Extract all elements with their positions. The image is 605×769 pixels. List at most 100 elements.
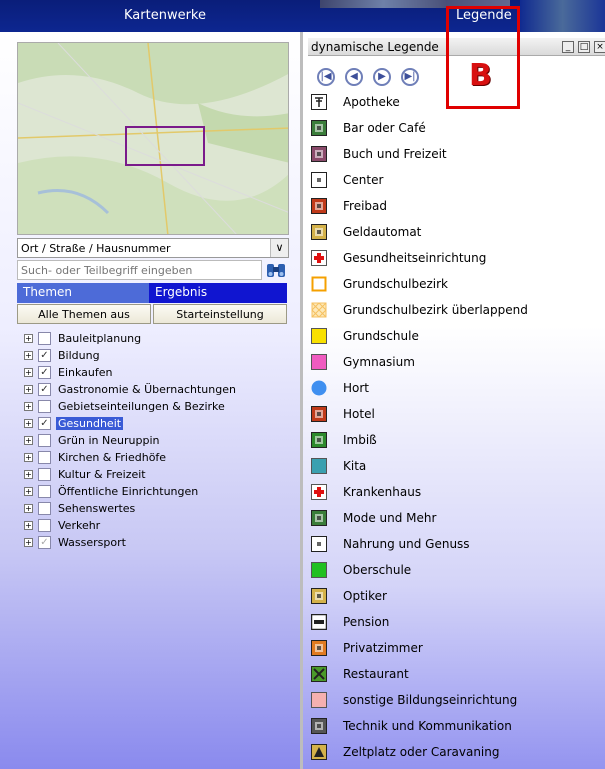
panel-tabs: Themen Ergebnis [17,283,287,303]
bar-cafe-icon [311,120,327,136]
theme-checkbox[interactable] [38,485,51,498]
theme-checkbox[interactable]: ✓ [38,536,51,549]
maximize-icon[interactable]: □ [578,41,590,53]
hotel-icon [311,406,327,422]
theme-checkbox[interactable] [38,434,51,447]
expand-icon[interactable]: + [24,402,33,411]
tree-node-label[interactable]: Verkehr [56,519,102,532]
theme-checkbox[interactable]: ✓ [38,349,51,362]
atm-icon [311,224,327,240]
legend-item-label: Kita [343,459,367,473]
school-district-icon [311,276,327,292]
expand-icon[interactable]: + [24,521,33,530]
legend-item-label: Imbiß [343,433,377,447]
other-education-icon [311,692,327,708]
fashion-icon [311,510,327,526]
theme-checkbox[interactable] [38,451,51,464]
expand-icon[interactable]: + [24,504,33,513]
expand-icon[interactable]: + [24,385,33,394]
legend-item-label: Grundschulbezirk [343,277,448,291]
chevron-down-icon[interactable]: ∨ [270,239,288,257]
expand-icon[interactable]: + [24,351,33,360]
legend-item-label: Krankenhaus [343,485,422,499]
search-input[interactable] [18,261,261,279]
legend-item-label: Privatzimmer [343,641,423,655]
first-page-icon[interactable]: |◀ [317,68,335,86]
reset-settings-button[interactable]: Starteinstellung [153,304,287,324]
expand-icon[interactable]: + [24,436,33,445]
hospital-icon [311,484,327,500]
map-works-tab[interactable]: Kartenwerke [124,8,206,23]
tree-node-label[interactable]: Sehenswertes [56,502,137,515]
primary-school-icon [311,328,327,344]
kindergarten-icon [311,458,327,474]
legend-item-label: Bar oder Café [343,121,426,135]
legend-item-label: Oberschule [343,563,412,577]
minimize-icon[interactable]: _ [562,41,574,53]
legend-item-label: Freibad [343,199,388,213]
tree-node-label[interactable]: Öffentliche Einrichtungen [56,485,200,498]
previous-page-icon[interactable]: ◀ [345,68,363,86]
expand-icon[interactable]: + [24,487,33,496]
guesthouse-icon [310,613,328,631]
expand-icon[interactable]: + [24,470,33,479]
expand-icon[interactable]: + [24,453,33,462]
tree-node-label[interactable]: Gastronomie & Übernachtungen [56,383,238,396]
tree-node-label[interactable]: Einkaufen [56,366,114,379]
theme-checkbox[interactable] [38,332,51,345]
tree-node-label[interactable]: Bildung [56,349,102,362]
theme-checkbox[interactable]: ✓ [38,417,51,430]
legend-item-label: Grundschulbezirk überlappend [343,303,528,317]
tree-node-label[interactable]: Kirchen & Friedhöfe [56,451,168,464]
tab-result[interactable]: Ergebnis [149,283,287,303]
expand-icon[interactable]: + [24,368,33,377]
tab-themes[interactable]: Themen [17,283,149,303]
camping-icon [311,744,327,760]
all-themes-off-button[interactable]: Alle Themen aus [17,304,151,324]
close-icon[interactable]: × [594,41,605,53]
theme-checkbox[interactable] [38,468,51,481]
theme-checkbox[interactable]: ✓ [38,366,51,379]
legend-item-label: Apotheke [343,95,400,109]
tree-node-label[interactable]: Grün in Neuruppin [56,434,161,447]
tree-node-label-selected[interactable]: Gesundheit [56,417,124,430]
legend-item-label: Nahrung und Genuss [343,537,470,551]
next-page-icon[interactable]: ▶ [373,68,391,86]
location-select-value: Ort / Straße / Hausnummer [21,242,171,255]
expand-icon[interactable]: + [24,419,33,428]
secondary-school-icon [311,562,327,578]
tech-icon [311,718,327,734]
expand-icon[interactable]: + [24,538,33,547]
tree-node-label[interactable]: Bauleitplanung [56,332,143,345]
restaurant-icon [311,666,327,682]
annotation-label: B [469,58,492,93]
theme-checkbox[interactable]: ✓ [38,383,51,396]
legend-item-label: Geldautomat [343,225,422,239]
theme-checkbox[interactable] [38,519,51,532]
binoculars-search-icon[interactable] [265,261,287,279]
expand-icon[interactable]: + [24,334,33,343]
location-select[interactable]: Ort / Straße / Hausnummer ∨ [17,238,289,258]
legend-item-label: Zeltplatz oder Caravaning [343,745,500,759]
overview-map[interactable] [17,42,289,235]
legend-item-label: Buch und Freizeit [343,147,447,161]
legend-item-label: Restaurant [343,667,409,681]
legend-item-label: Pension [343,615,390,629]
theme-checkbox[interactable] [38,502,51,515]
legend-item-label: Gymnasium [343,355,415,369]
theme-checkbox[interactable] [38,400,51,413]
school-district-overlap-icon [311,302,327,318]
last-page-icon[interactable]: ▶| [401,68,419,86]
legend-item-label: Grundschule [343,329,419,343]
tree-node-label[interactable]: Wassersport [56,536,128,549]
map-strip-right [520,0,605,32]
search-field[interactable] [17,260,262,280]
optician-icon [311,588,327,604]
food-icon [311,536,327,552]
tree-node-label[interactable]: Gebietseinteilungen & Bezirke [56,400,227,413]
gymnasium-icon [311,354,327,370]
legend-item-label: Optiker [343,589,387,603]
legend-item-label: Hotel [343,407,375,421]
tree-node-label[interactable]: Kultur & Freizeit [56,468,148,481]
legend-item-label: Technik und Kommunikation [343,719,512,733]
